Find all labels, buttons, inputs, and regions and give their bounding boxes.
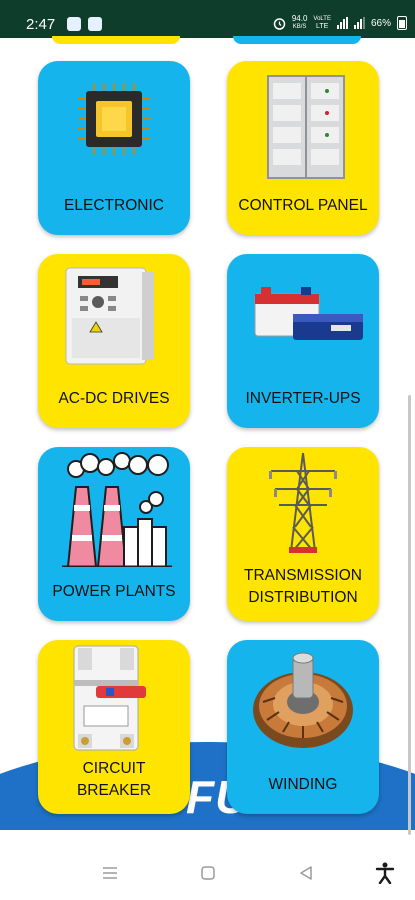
system-navigation-bar xyxy=(0,848,415,900)
alarm-icon xyxy=(273,17,286,30)
category-label: POWER PLANTS xyxy=(52,583,176,600)
category-label: ELECTRONIC xyxy=(64,197,164,214)
signal-icon-2 xyxy=(353,17,365,29)
ac-dc-drive-icon xyxy=(65,267,154,365)
category-label: AC-DC DRIVES xyxy=(58,390,170,407)
network-type: VoLTE LTE xyxy=(313,16,331,30)
home-icon[interactable] xyxy=(197,862,219,884)
category-label: WINDING xyxy=(268,776,338,793)
scrollbar[interactable] xyxy=(408,395,411,835)
messenger-notification-icon xyxy=(88,17,102,31)
status-bar: 2:47 94.0 KB/S VoLTE LTE 66% xyxy=(0,0,415,38)
category-card-transmission-distribution[interactable]: TRANSMISSION DISTRIBUTION xyxy=(227,447,379,621)
previous-card-edge xyxy=(52,36,180,44)
inverter-battery-icon xyxy=(254,287,363,340)
category-card-winding[interactable]: WINDING xyxy=(227,640,379,814)
category-card-inverter-ups[interactable]: INVERTER-UPS xyxy=(227,254,379,428)
category-card-ac-dc-drives[interactable]: AC-DC DRIVES xyxy=(38,254,190,428)
status-time: 2:47 xyxy=(26,16,56,33)
menu-icon[interactable] xyxy=(99,862,121,884)
power-plant-icon xyxy=(62,452,172,567)
previous-card-edge xyxy=(233,36,361,44)
category-label: INVERTER-UPS xyxy=(245,390,361,407)
microchip-icon xyxy=(78,83,150,155)
status-icons: 94.0 KB/S VoLTE LTE 66% xyxy=(273,14,407,32)
gallery-notification-icon xyxy=(67,17,81,31)
signal-icon xyxy=(336,17,348,29)
circuit-breaker-icon xyxy=(73,645,146,751)
battery-icon xyxy=(397,16,407,30)
control-panel-cabinet-icon xyxy=(267,75,345,179)
category-card-electronic[interactable]: ELECTRONIC xyxy=(38,61,190,235)
category-card-circuit-breaker[interactable]: CIRCUIT BREAKER xyxy=(38,640,190,814)
category-label: TRANSMISSION DISTRIBUTION xyxy=(244,567,362,606)
category-label: CONTROL PANEL xyxy=(238,197,368,214)
app-screen: 2:47 94.0 KB/S VoLTE LTE 66% FUT xyxy=(0,0,415,900)
battery-percent: 66% xyxy=(370,17,391,29)
category-card-power-plants[interactable]: POWER PLANTS xyxy=(38,447,190,621)
transmission-tower-icon xyxy=(269,452,337,553)
motor-winding-icon xyxy=(253,652,353,748)
network-speed: 94.0 KB/S xyxy=(291,14,308,31)
accessibility-icon[interactable] xyxy=(374,862,396,884)
category-card-control-panel[interactable]: CONTROL PANEL xyxy=(227,61,379,235)
back-icon[interactable] xyxy=(295,862,317,884)
category-label: CIRCUIT BREAKER xyxy=(76,760,152,799)
